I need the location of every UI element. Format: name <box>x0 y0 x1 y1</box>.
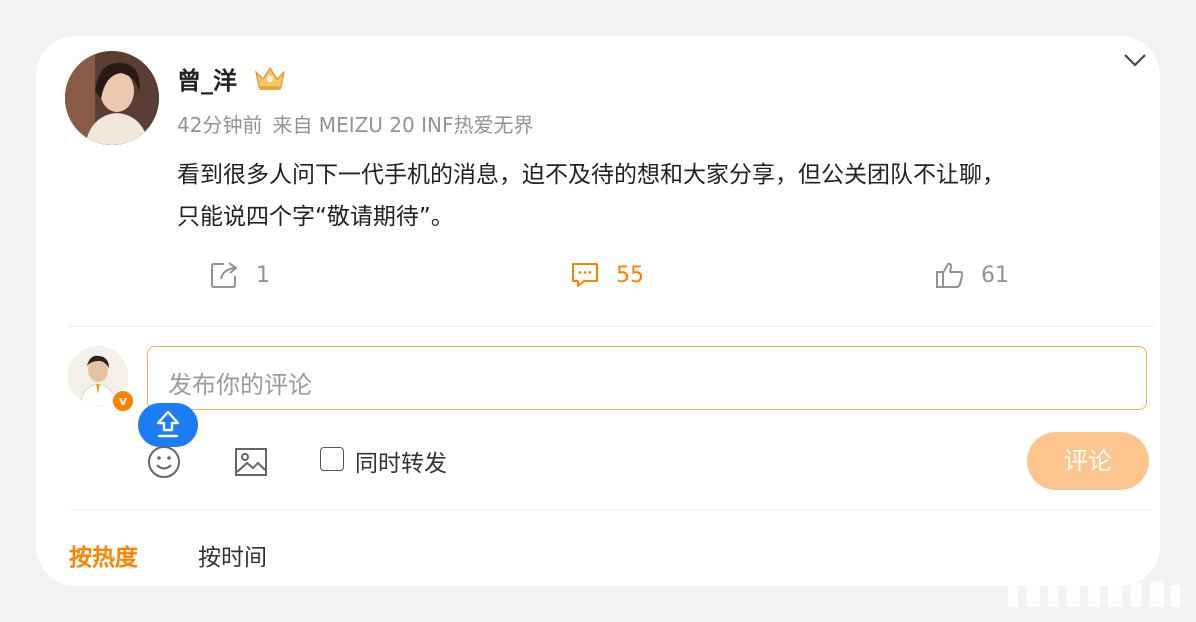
post-time[interactable]: 42分钟前 <box>177 113 262 137</box>
arrow-up-icon <box>156 410 180 438</box>
comment-button[interactable]: 55 <box>570 258 644 292</box>
author-avatar[interactable] <box>65 51 159 145</box>
repost-button[interactable]: 1 <box>210 258 270 292</box>
float-up-button[interactable] <box>138 403 198 447</box>
thumbs-up-icon <box>936 262 964 288</box>
chevron-down-icon[interactable] <box>1122 50 1148 70</box>
emoji-icon[interactable] <box>146 444 182 480</box>
weibo-post-card: 曾_洋 42分钟前 来自 MEIZU 20 INF热爱无界 看到很多人问下一代手机… <box>36 36 1160 586</box>
repost-checkbox-label[interactable]: 同时转发 <box>355 444 447 478</box>
submit-comment-button[interactable]: 评论 <box>1027 432 1149 490</box>
divider <box>69 326 1154 327</box>
post-text-line: 只能说四个字“敬请期待”。 <box>177 204 454 230</box>
crown-icon <box>255 66 285 90</box>
repost-icon <box>211 262 238 288</box>
sort-by-time-tab[interactable]: 按时间 <box>198 538 267 572</box>
post-text-line: 看到很多人问下一代手机的消息，迫不及待的想和大家分享，但公关团队不让聊， <box>177 162 1005 188</box>
divider <box>69 509 1154 510</box>
like-button[interactable]: 61 <box>935 258 1009 292</box>
post-text: 看到很多人问下一代手机的消息，迫不及待的想和大家分享，但公关团队不让聊， 只能说… <box>177 154 1157 238</box>
post-source: 来自 MEIZU 20 INF热爱无界 <box>272 113 534 137</box>
verified-badge-icon: v <box>111 389 135 413</box>
repost-count: 1 <box>256 262 270 288</box>
comment-input[interactable]: 发布你的评论 <box>147 346 1147 410</box>
comment-icon <box>572 263 598 287</box>
comment-count: 55 <box>616 262 644 288</box>
post-meta: 42分钟前 来自 MEIZU 20 INF热爱无界 <box>177 109 533 138</box>
watermark <box>1008 581 1180 607</box>
repost-checkbox[interactable] <box>320 447 344 471</box>
like-count: 61 <box>981 262 1009 288</box>
author-name[interactable]: 曾_洋 <box>177 61 237 96</box>
sort-by-hot-tab[interactable]: 按热度 <box>69 538 138 572</box>
image-icon[interactable] <box>233 444 269 480</box>
